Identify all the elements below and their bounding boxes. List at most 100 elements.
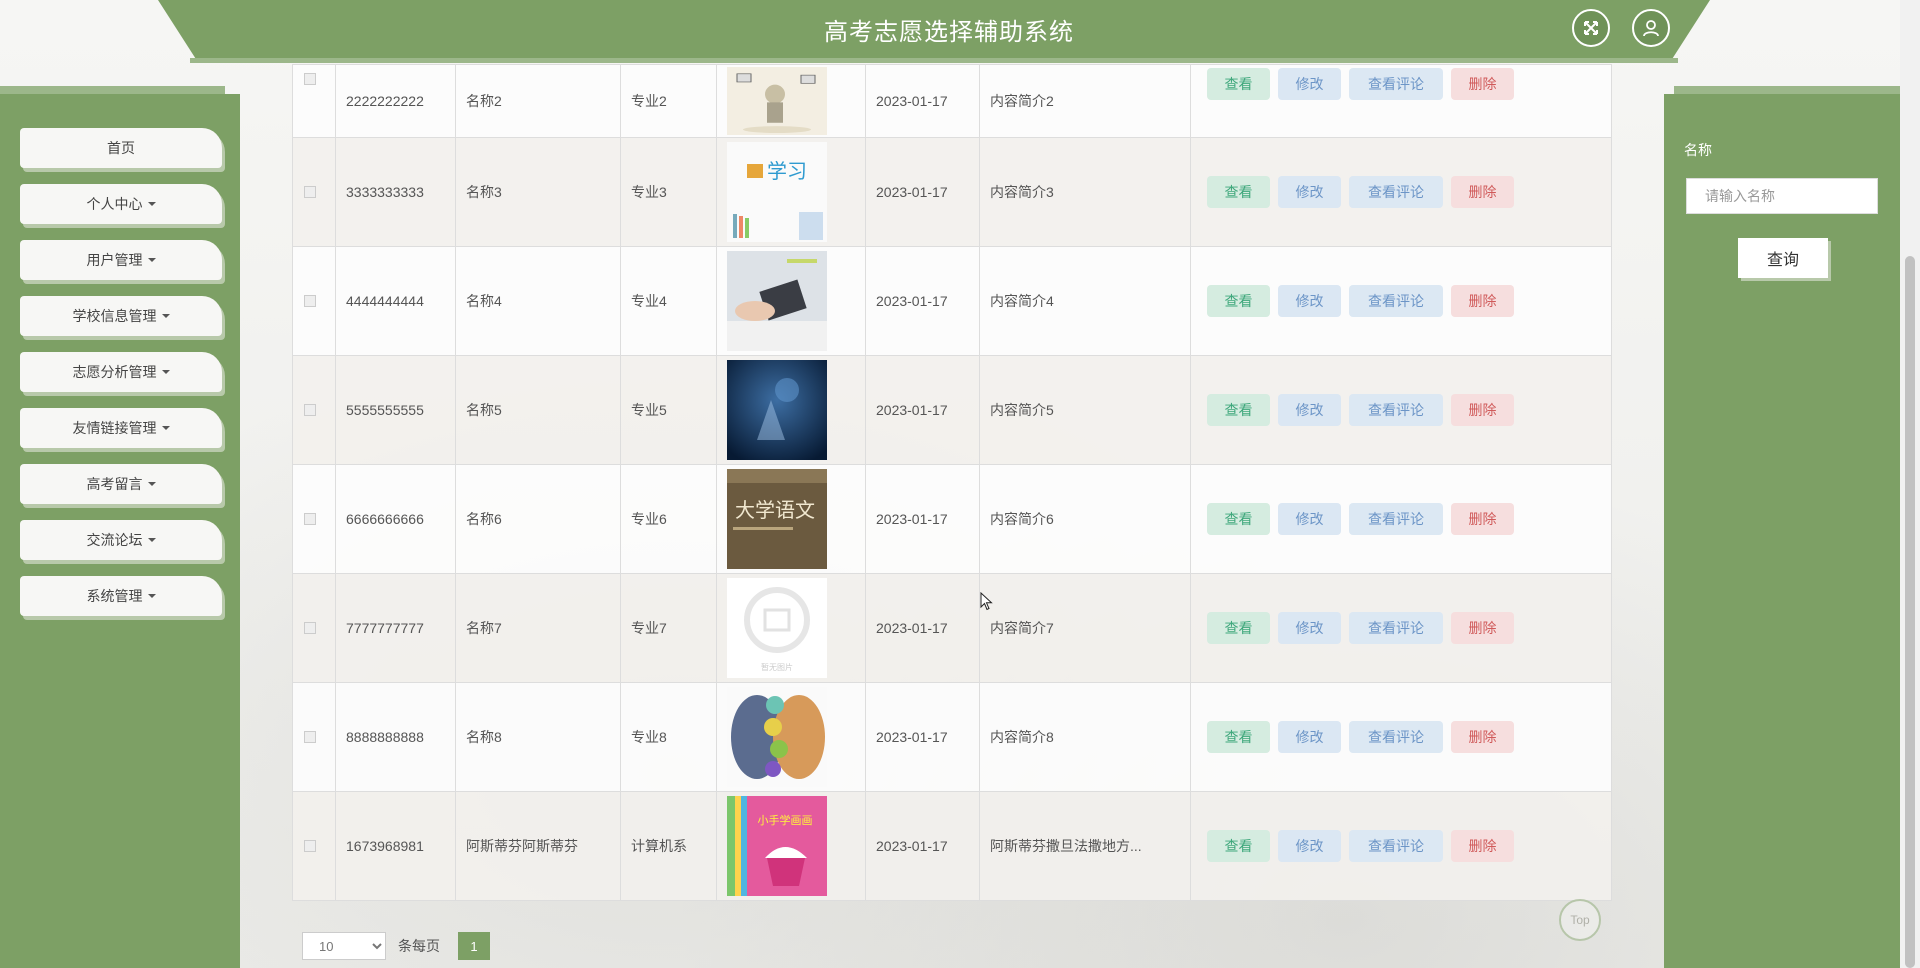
edit-button[interactable]: 修改 <box>1278 285 1341 317</box>
row-actions: 查看 修改 查看评论 删除 <box>1207 394 1611 426</box>
edit-button[interactable]: 修改 <box>1278 68 1341 100</box>
id-cell: 2222222222 <box>335 64 456 138</box>
fullscreen-icon <box>1584 21 1598 35</box>
row-actions: 查看 修改 查看评论 删除 <box>1207 176 1611 208</box>
view-button[interactable]: 查看 <box>1207 176 1270 208</box>
caret-down-icon <box>161 314 170 318</box>
delete-button[interactable]: 删除 <box>1451 176 1514 208</box>
edit-button[interactable]: 修改 <box>1278 176 1341 208</box>
row-checkbox[interactable] <box>304 513 316 525</box>
image-cell: 暂无图片 <box>716 573 866 683</box>
delete-button[interactable]: 删除 <box>1451 503 1514 535</box>
view-button[interactable]: 查看 <box>1207 612 1270 644</box>
id-cell: 6666666666 <box>335 464 456 574</box>
svg-text:暂无图片: 暂无图片 <box>761 662 793 672</box>
caret-down-icon <box>161 370 170 374</box>
delete-button[interactable]: 删除 <box>1451 394 1514 426</box>
row-actions: 查看 修改 查看评论 删除 <box>1207 503 1611 535</box>
intro-cell: 内容简介7 <box>979 573 1191 683</box>
row-checkbox[interactable] <box>304 731 316 743</box>
actions-cell: 查看 修改 查看评论 删除 <box>1190 355 1612 465</box>
view-button[interactable]: 查看 <box>1207 285 1270 317</box>
user-button[interactable] <box>1632 9 1670 47</box>
caret-down-icon <box>147 538 156 542</box>
view-button[interactable]: 查看 <box>1207 68 1270 100</box>
view-comments-button[interactable]: 查看评论 <box>1349 503 1443 535</box>
pagination: 10 条每页 1 <box>302 932 490 960</box>
sidebar-item-4[interactable]: 志愿分析管理 <box>20 352 222 392</box>
view-button[interactable]: 查看 <box>1207 394 1270 426</box>
row-actions: 查看 修改 查看评论 删除 <box>1207 68 1611 100</box>
table-row: 7777777777 名称7 专业7 暂无图片 2023-01-17 内容简介7 查看 修改查… <box>292 573 1612 683</box>
page-size-select[interactable]: 10 <box>302 932 386 960</box>
row-checkbox[interactable] <box>304 404 316 416</box>
edit-button[interactable]: 修改 <box>1278 612 1341 644</box>
top-header: 高考志愿选择辅助系统 <box>0 0 1920 66</box>
intro-cell: 内容简介5 <box>979 355 1191 465</box>
edit-button[interactable]: 修改 <box>1278 394 1341 426</box>
name-search-input[interactable] <box>1686 178 1878 214</box>
sidebar-item-label: 首页 <box>107 140 135 156</box>
sidebar-item-8[interactable]: 系统管理 <box>20 576 222 616</box>
delete-button[interactable]: 删除 <box>1451 721 1514 753</box>
intro-cell: 内容简介6 <box>979 464 1191 574</box>
delete-button[interactable]: 删除 <box>1451 285 1514 317</box>
view-comments-button[interactable]: 查看评论 <box>1349 394 1443 426</box>
row-checkbox[interactable] <box>304 73 316 85</box>
edit-button[interactable]: 修改 <box>1278 503 1341 535</box>
back-to-top-button[interactable]: Top <box>1559 899 1601 941</box>
sidebar-item-label: 用户管理 <box>86 252 143 268</box>
row-select-cell <box>292 64 336 138</box>
row-checkbox[interactable] <box>304 840 316 852</box>
name-cell: 名称3 <box>455 137 621 247</box>
row-select-cell <box>292 355 336 465</box>
sidebar-item-5[interactable]: 友情链接管理 <box>20 408 222 448</box>
view-comments-button[interactable]: 查看评论 <box>1349 285 1443 317</box>
name-cell: 名称5 <box>455 355 621 465</box>
sidebar-item-1[interactable]: 个人中心 <box>20 184 222 224</box>
sidebar-item-0[interactable]: 首页 <box>20 128 222 168</box>
view-comments-button[interactable]: 查看评论 <box>1349 721 1443 753</box>
image-cell: 小手学画画 <box>716 791 866 901</box>
row-actions: 查看 修改 查看评论 删除 <box>1207 285 1611 317</box>
sidebar-item-2[interactable]: 用户管理 <box>20 240 222 280</box>
edit-button[interactable]: 修改 <box>1278 721 1341 753</box>
page-number-current[interactable]: 1 <box>458 932 490 960</box>
view-comments-button[interactable]: 查看评论 <box>1349 830 1443 862</box>
delete-button[interactable]: 删除 <box>1451 830 1514 862</box>
svg-text:学习: 学习 <box>767 159 807 183</box>
view-button[interactable]: 查看 <box>1207 721 1270 753</box>
intro-cell: 内容简介2 <box>979 64 1191 138</box>
data-table-container: 2222222222 名称2 专业2 2023-01-17 内容简介2 查看 修改 查看评论删… <box>292 64 1612 901</box>
row-select-cell <box>292 573 336 683</box>
search-label: 名称 <box>1684 142 1712 158</box>
actions-cell: 查看 修改 查看评论 删除 <box>1190 573 1612 683</box>
name-cell: 名称4 <box>455 246 621 356</box>
fullscreen-button[interactable] <box>1572 9 1610 47</box>
view-button[interactable]: 查看 <box>1207 830 1270 862</box>
user-icon <box>1643 20 1659 37</box>
view-comments-button[interactable]: 查看评论 <box>1349 68 1443 100</box>
sidebar-item-7[interactable]: 交流论坛 <box>20 520 222 560</box>
major-cell: 专业8 <box>620 682 717 792</box>
row-checkbox[interactable] <box>304 295 316 307</box>
edit-button[interactable]: 修改 <box>1278 830 1341 862</box>
major-cell: 专业6 <box>620 464 717 574</box>
row-checkbox[interactable] <box>304 622 316 634</box>
row-select-cell <box>292 246 336 356</box>
search-button[interactable]: 查询 <box>1738 238 1828 278</box>
delete-button[interactable]: 删除 <box>1451 612 1514 644</box>
view-comments-button[interactable]: 查看评论 <box>1349 612 1443 644</box>
scrollbar-thumb[interactable] <box>1905 256 1915 968</box>
view-comments-button[interactable]: 查看评论 <box>1349 176 1443 208</box>
image-cell: 学习 <box>716 137 866 247</box>
table-row: 6666666666 名称6 专业6 大学语文 2023-01-17 内容简介6 查看 修改查… <box>292 464 1612 574</box>
sidebar-item-3[interactable]: 学校信息管理 <box>20 296 222 336</box>
delete-button[interactable]: 删除 <box>1451 68 1514 100</box>
date-cell: 2023-01-17 <box>865 464 980 574</box>
view-button[interactable]: 查看 <box>1207 503 1270 535</box>
sidebar-item-6[interactable]: 高考留言 <box>20 464 222 504</box>
row-checkbox[interactable] <box>304 186 316 198</box>
major-cell: 专业5 <box>620 355 717 465</box>
page-scrollbar[interactable] <box>1900 0 1920 968</box>
